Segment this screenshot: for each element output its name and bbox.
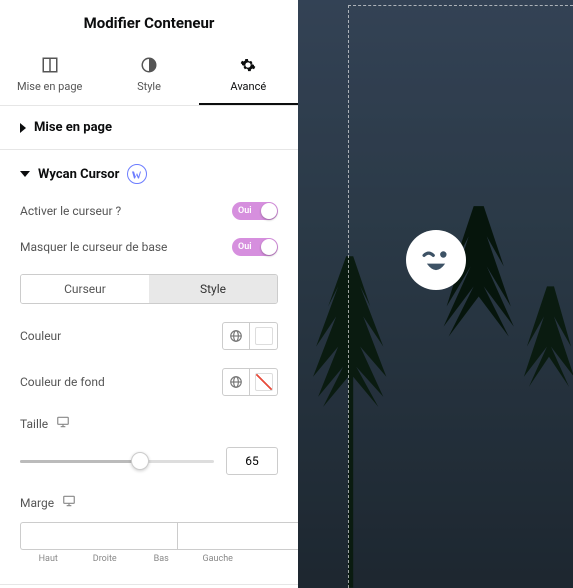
color-swatch-button[interactable] [250,322,278,350]
field-label: Activer le curseur ? [20,204,121,218]
layout-icon [41,56,59,74]
row-hide-base-cursor: Masquer le curseur de base Oui [20,238,278,256]
margin-top-input[interactable] [20,522,177,550]
field-label: Couleur de fond [20,375,105,389]
contrast-icon [140,56,158,74]
segment-btn-cursor[interactable]: Curseur [21,275,149,303]
toggle-knob [261,239,277,255]
gear-icon [239,56,257,74]
color-swatch-none [255,373,273,391]
row-activate-cursor: Activer le curseur ? Oui [20,202,278,220]
row-margin-group: Marge Haut Droite Ba [20,493,278,564]
toggle-value: Oui [238,242,252,252]
label-left: Gauche [190,554,247,564]
toggle-value: Oui [238,206,252,216]
color-swatch [255,327,273,345]
desktop-icon[interactable] [56,414,70,433]
size-slider-row [20,447,278,475]
section-layout: Mise en page [0,106,298,150]
wink-face-icon [414,238,458,282]
slider-thumb[interactable] [131,452,149,470]
margin-inputs [20,522,278,550]
segment-cursor-style: Curseur Style [20,274,278,304]
bg-color-swatch-button[interactable] [250,368,278,396]
size-input[interactable] [226,447,278,475]
row-bg-color: Couleur de fond [20,368,278,396]
section-header-cursor[interactable]: Wycan Cursor [0,150,298,198]
section-title: Wycan Cursor [38,167,119,182]
field-label: Taille [20,417,48,431]
section-body-cursor: Activer le curseur ? Oui Masquer le curs… [0,198,298,584]
label-right: Droite [77,554,134,564]
toggle-activate-cursor[interactable]: Oui [232,202,278,220]
margin-labels: Haut Droite Bas Gauche [20,554,278,564]
cursor-preview-emoji [406,230,466,290]
slider-fill [20,460,140,463]
toggle-hide-base-cursor[interactable]: Oui [232,238,278,256]
editor-panel: Modifier Conteneur Mise en page Style Av… [0,0,298,588]
section-cursor: Wycan Cursor Activer le curseur ? Oui Ma… [0,150,298,585]
globe-icon [229,375,243,389]
selection-outline [348,5,573,588]
bg-color-control [222,368,278,396]
field-label: Couleur [20,329,61,343]
label-top: Haut [20,554,77,564]
color-control [222,322,278,350]
chevron-right-icon [20,123,26,133]
section-header-layout[interactable]: Mise en page [0,106,298,149]
color-global-button[interactable] [222,322,250,350]
desktop-icon[interactable] [62,493,76,512]
tab-label: Style [137,80,161,93]
tab-style[interactable]: Style [99,48,198,105]
brand-badge-icon [127,164,147,184]
section-title: Mise en page [34,120,112,135]
tab-layout[interactable]: Mise en page [0,48,99,105]
row-color: Couleur [20,322,278,350]
globe-icon [229,329,243,343]
tab-advanced[interactable]: Avancé [199,48,298,105]
size-slider[interactable] [20,460,214,463]
tab-label: Mise en page [17,80,82,93]
field-label: Marge [20,496,54,510]
segment-btn-style[interactable]: Style [149,275,277,303]
chevron-down-icon [20,171,30,177]
label-bottom: Bas [133,554,190,564]
canvas-preview[interactable] [298,0,573,588]
tab-label: Avancé [230,80,266,93]
toggle-knob [261,203,277,219]
panel-title: Modifier Conteneur [0,0,298,48]
field-label: Masquer le curseur de base [20,240,167,254]
row-size-group: Taille [20,414,278,475]
tabs-nav: Mise en page Style Avancé [0,48,298,106]
bg-color-global-button[interactable] [222,368,250,396]
